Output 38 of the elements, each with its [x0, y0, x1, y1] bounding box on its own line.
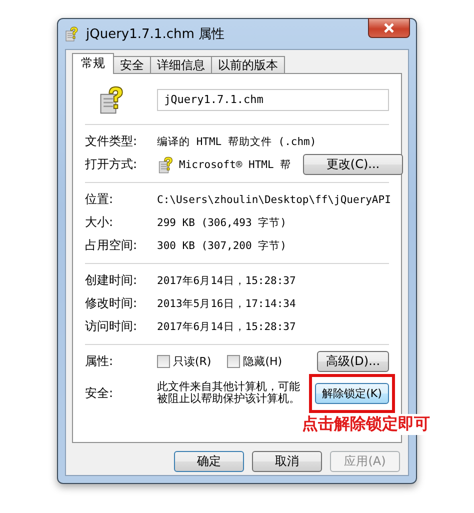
dialog-button[interactable]: 取消 [252, 451, 322, 472]
field-label: 修改时间: [85, 295, 138, 312]
checkbox[interactable] [227, 355, 240, 368]
tab[interactable]: 常规 [72, 53, 114, 74]
checkbox-label: 只读(R) [173, 354, 212, 369]
field-label: 占用空间: [85, 237, 138, 254]
close-button[interactable] [368, 18, 410, 38]
annotation-text: 点击解除锁定即可 [300, 414, 432, 435]
field-label: 打开方式: [85, 156, 138, 173]
security-note: 此文件来自其他计算机，可能被阻止以帮助保护该计算机。 [157, 381, 301, 405]
field-value: 300 KB (307,200 字节) [157, 238, 286, 252]
field-label: 访问时间: [85, 318, 138, 335]
checkbox[interactable] [157, 355, 170, 368]
tab[interactable]: 详细信息 [150, 56, 212, 74]
dialog-button[interactable]: 确定 [174, 451, 244, 472]
tab[interactable]: 以前的版本 [211, 56, 285, 74]
help-file-icon [64, 26, 80, 42]
field-label: 属性: [85, 353, 114, 370]
help-file-icon [157, 156, 175, 174]
unblock-button[interactable]: 解除锁定(K) [315, 382, 389, 404]
field-value: 编译的 HTML 帮助文件 (.chm) [157, 134, 316, 148]
file-name-field[interactable]: jQuery1.7.1.chm [157, 89, 389, 111]
change-button[interactable]: 更改(C)... [303, 154, 403, 175]
checkbox-label: 隐藏(H) [243, 354, 282, 369]
field-label: 安全: [85, 384, 114, 402]
field-value: 2017年6月14日，15:28:37 [157, 274, 296, 288]
app-name: Microsoft® HTML 帮 [179, 158, 292, 172]
field-label: 创建时间: [85, 272, 138, 289]
field-value: 2017年6月14日，15:28:37 [157, 320, 296, 334]
field-value: 299 KB (306,493 字节) [157, 216, 286, 230]
field-value: 2013年5月16日，17:14:34 [157, 296, 296, 310]
window-title: jQuery1.7.1.chm 属性 [86, 26, 226, 43]
field-value: C:\Users\zhoulin\Desktop\ff\jQueryAPI [157, 194, 391, 206]
close-icon [382, 23, 396, 33]
field-label: 位置: [85, 191, 114, 208]
field-label: 文件类型: [85, 133, 138, 150]
field-label: 大小: [85, 214, 114, 231]
advanced-button[interactable]: 高级(D)... [317, 351, 389, 372]
